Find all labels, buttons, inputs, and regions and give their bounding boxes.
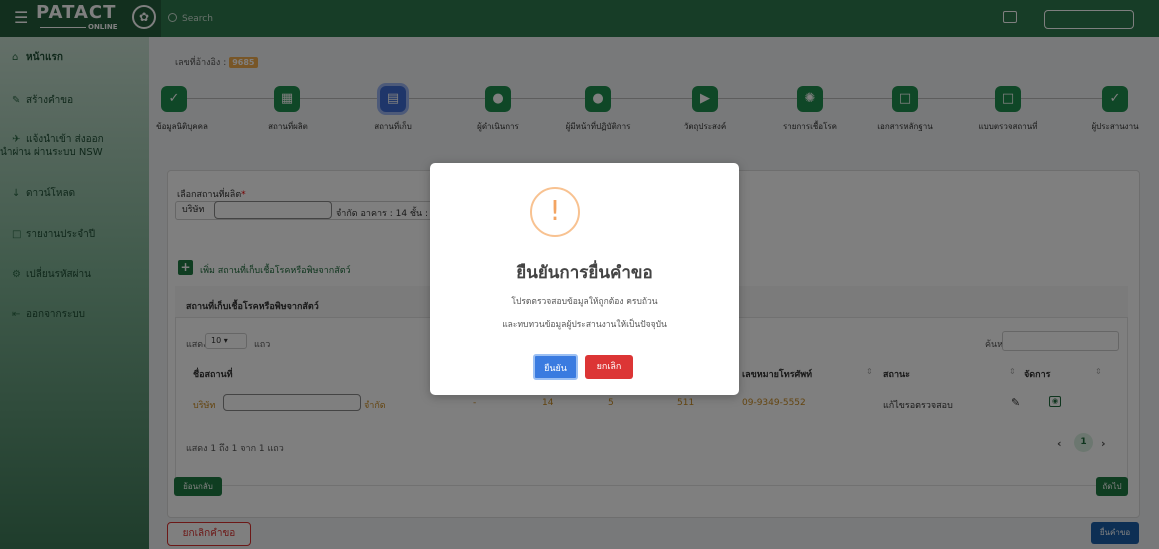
confirm-button[interactable]: ยืนยัน bbox=[533, 354, 578, 380]
dialog-title: ยืนยันการยื่นคำขอ bbox=[516, 263, 653, 283]
dialog-text: และทบทวนข้อมูลผู้ประสานงานให้เป็นปัจจุบั… bbox=[502, 320, 667, 330]
warning-icon: ! bbox=[530, 187, 580, 237]
cancel-button[interactable]: ยกเลิก bbox=[585, 355, 633, 379]
dialog-text: โปรดตรวจสอบข้อมูลให้ถูกต้อง ครบถ้วน bbox=[511, 297, 658, 307]
